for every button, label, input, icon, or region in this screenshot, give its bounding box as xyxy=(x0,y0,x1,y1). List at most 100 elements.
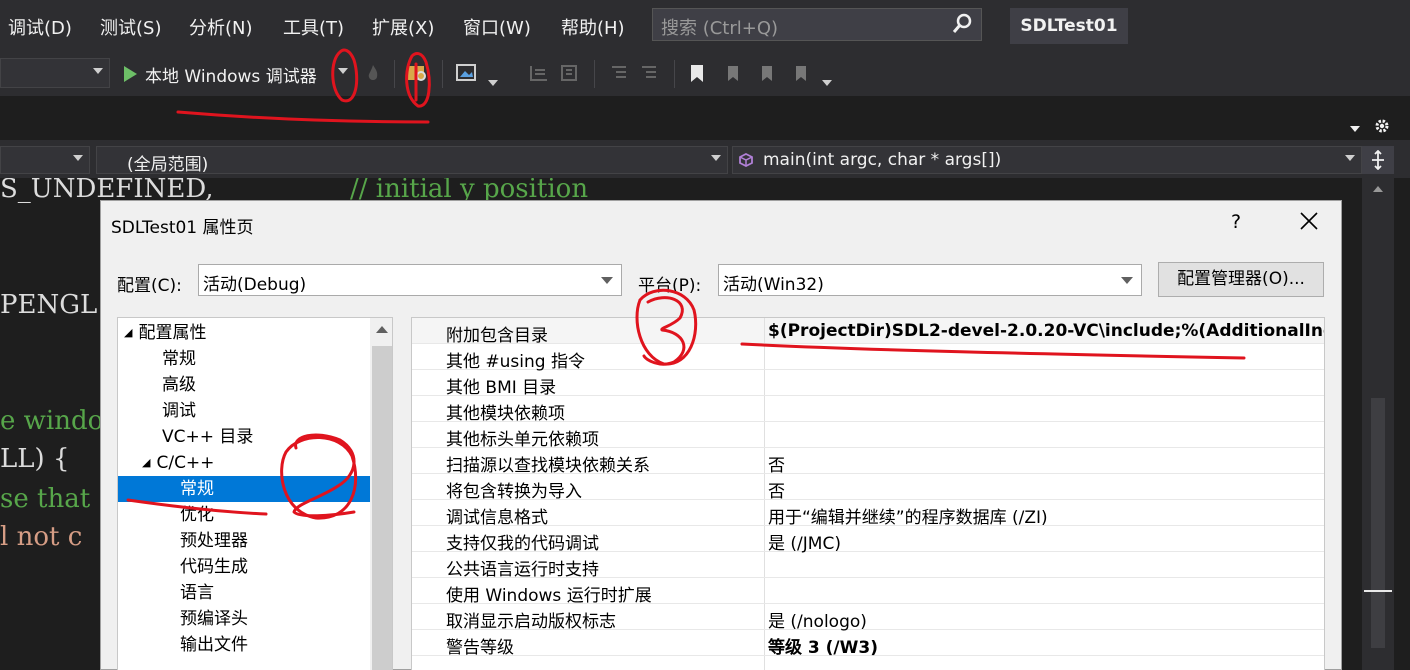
property-value[interactable]: 等级 3 (/W3) xyxy=(768,633,878,658)
property-tree[interactable]: ◢ 配置属性 常规 高级 调试 VC++ 目录 ◢ C/C++ 常规 优化 预处理器… xyxy=(117,317,393,670)
tree-item-advanced[interactable]: 高级 xyxy=(162,372,196,398)
property-name: 使用 Windows 运行时扩展 xyxy=(446,586,652,606)
property-row[interactable]: 警告等级 等级 3 (/W3) xyxy=(412,630,1324,658)
property-value[interactable]: 用于“编辑并继续”的程序数据库 (/ZI) xyxy=(768,503,1048,528)
menu-test[interactable]: 测试(S) xyxy=(100,14,161,40)
property-value[interactable]: 是 (/JMC) xyxy=(768,529,841,554)
property-row[interactable]: 将包含转换为导入 否 xyxy=(412,474,1324,502)
solution-platform-dropdown[interactable] xyxy=(0,58,110,88)
property-name: 将包含转换为导入 xyxy=(446,482,582,502)
property-row[interactable]: 其他 #using 指令 xyxy=(412,344,1324,372)
hot-reload-icon[interactable] xyxy=(362,62,384,84)
previous-bookmark-icon[interactable] xyxy=(722,62,744,84)
configuration-value: 活动(Debug) xyxy=(203,275,307,295)
tree-item-cpp-general[interactable]: 常规 xyxy=(118,476,370,502)
bookmark-icon[interactable] xyxy=(686,62,708,84)
property-value[interactable]: 是 (/nologo) xyxy=(768,607,867,632)
property-name: 警告等级 xyxy=(446,638,514,658)
property-name: 其他 #using 指令 xyxy=(446,352,585,372)
property-row[interactable]: 其他 BMI 目录 xyxy=(412,370,1324,398)
property-name: 其他标头单元依赖项 xyxy=(446,430,599,450)
property-grid[interactable]: 附加包含目录 $(ProjectDir)SDL2-devel-2.0.20-VC… xyxy=(411,317,1325,670)
menu-tools[interactable]: 工具(T) xyxy=(283,14,344,40)
toolbar-separator xyxy=(394,60,395,88)
tree-scrollbar[interactable] xyxy=(370,318,392,670)
property-row[interactable]: 其他模块依赖项 xyxy=(412,396,1324,424)
close-icon[interactable] xyxy=(1297,209,1321,233)
property-value[interactable]: 否 xyxy=(768,451,785,476)
image-icon[interactable] xyxy=(455,62,477,84)
scroll-up-icon[interactable] xyxy=(376,326,388,333)
debugger-target-dropdown-arrow[interactable] xyxy=(338,68,348,74)
method-cube-icon xyxy=(739,153,753,167)
tab-list-chevron-icon[interactable] xyxy=(1350,126,1360,132)
indent-icon[interactable] xyxy=(528,62,550,84)
tab-strip xyxy=(0,96,1410,140)
property-value[interactable]: $(ProjectDir)SDL2-devel-2.0.20-VC\includ… xyxy=(768,321,1324,341)
toolbar-separator xyxy=(674,60,675,88)
editor-scrollbar[interactable] xyxy=(1362,178,1394,670)
property-row[interactable]: 扫描源以查找模块依赖关系 否 xyxy=(412,448,1324,476)
property-value[interactable]: 否 xyxy=(768,477,785,502)
property-row[interactable]: 取消显示启动版权标志 是 (/nologo) xyxy=(412,604,1324,632)
scrollbar-thumb[interactable] xyxy=(372,346,392,670)
property-name: 取消显示启动版权标志 xyxy=(446,612,616,632)
navigation-bar: (全局范围) main(int argc, char * args[]) xyxy=(0,140,1410,178)
debugger-label: 本地 Windows 调试器 xyxy=(145,66,317,87)
chevron-down-icon[interactable] xyxy=(822,80,832,86)
scope-value: (全局范围) xyxy=(127,155,209,175)
platform-select[interactable]: 活动(Win32) xyxy=(718,264,1142,296)
property-row[interactable]: 其他标头单元依赖项 xyxy=(412,422,1324,450)
browse-folder-icon[interactable] xyxy=(406,62,428,84)
play-icon xyxy=(124,66,137,82)
gear-icon[interactable] xyxy=(1374,118,1390,134)
property-row[interactable]: 使用 Windows 运行时扩展 xyxy=(412,578,1324,606)
tree-item-configuration-properties[interactable]: ◢ 配置属性 xyxy=(124,320,370,346)
tree-item-code-generation[interactable]: 代码生成 xyxy=(180,554,248,580)
split-editor-button[interactable] xyxy=(1362,146,1394,174)
tree-item-debugging[interactable]: 调试 xyxy=(162,398,196,424)
property-name: 调试信息格式 xyxy=(446,508,548,528)
menu-analyze[interactable]: 分析(N) xyxy=(189,14,253,40)
tree-item-vc-directories[interactable]: VC++ 目录 xyxy=(162,424,253,450)
scope-dropdown[interactable]: (全局范围) xyxy=(96,146,728,175)
chevron-down-icon xyxy=(601,277,613,284)
property-row[interactable]: 公共语言运行时支持 xyxy=(412,552,1324,580)
project-name-badge: SDLTest01 xyxy=(1010,8,1128,44)
code-line: se that xyxy=(0,484,91,514)
chevron-down-icon[interactable] xyxy=(488,80,498,86)
comment-lines-icon[interactable] xyxy=(608,62,630,84)
tree-item-language[interactable]: 语言 xyxy=(180,580,214,606)
uncomment-lines-icon[interactable] xyxy=(638,62,660,84)
search-input[interactable]: 搜索 (Ctrl+Q) xyxy=(652,8,982,41)
start-debugging-button[interactable]: 本地 Windows 调试器 xyxy=(124,60,317,88)
member-dropdown[interactable]: main(int argc, char * args[]) xyxy=(732,146,1362,174)
scrollbar-thumb[interactable] xyxy=(1371,398,1385,648)
property-row[interactable]: 附加包含目录 $(ProjectDir)SDL2-devel-2.0.20-VC… xyxy=(412,318,1324,346)
configuration-select[interactable]: 活动(Debug) xyxy=(198,264,622,296)
chevron-down-icon xyxy=(73,155,83,161)
project-scope-dropdown[interactable] xyxy=(0,146,90,174)
menu-help[interactable]: 帮助(H) xyxy=(561,14,625,40)
tree-item-general[interactable]: 常规 xyxy=(162,346,196,372)
clear-bookmarks-icon[interactable] xyxy=(790,62,812,84)
menu-extensions[interactable]: 扩展(X) xyxy=(372,14,434,40)
property-row[interactable]: 调试信息格式 用于“编辑并继续”的程序数据库 (/ZI) xyxy=(412,500,1324,528)
code-line: LL) { xyxy=(0,444,70,474)
menu-window[interactable]: 窗口(W) xyxy=(463,14,531,40)
search-placeholder: 搜索 (Ctrl+Q) xyxy=(661,18,779,39)
property-row[interactable]: 支持仅我的代码调试 是 (/JMC) xyxy=(412,526,1324,554)
tree-item-output-files[interactable]: 输出文件 xyxy=(180,632,248,658)
tree-item-precompiled-headers[interactable]: 预编译头 xyxy=(180,606,248,632)
code-line: l not c xyxy=(0,522,83,552)
next-bookmark-icon[interactable] xyxy=(756,62,778,84)
tree-item-preprocessor[interactable]: 预处理器 xyxy=(180,528,248,554)
search-icon xyxy=(952,13,972,33)
help-button[interactable]: ? xyxy=(1231,211,1241,233)
configuration-manager-button[interactable]: 配置管理器(O)... xyxy=(1158,262,1324,297)
menu-debug[interactable]: 调试(D) xyxy=(8,14,72,40)
outdent-icon[interactable] xyxy=(558,62,580,84)
tree-item-c-cpp[interactable]: ◢ C/C++ xyxy=(142,450,370,476)
scroll-up-icon[interactable] xyxy=(1373,186,1383,192)
tree-item-optimization[interactable]: 优化 xyxy=(180,502,214,528)
